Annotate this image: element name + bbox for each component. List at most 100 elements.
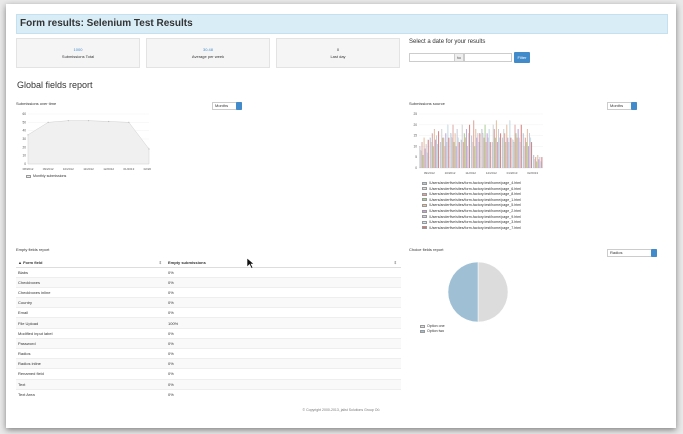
bar: [483, 137, 485, 169]
sort-icon: ⇕: [158, 259, 162, 265]
bar: [448, 137, 450, 169]
legend-label: /Users/anderfive/sites/form-factory.test…: [429, 209, 522, 213]
legend-swatch: [422, 226, 427, 230]
area-point: [128, 121, 130, 123]
bar: [527, 146, 529, 169]
bar: [488, 129, 490, 169]
bar: [492, 124, 494, 169]
bar: [514, 124, 516, 169]
empty-percent-cell: 0%: [166, 358, 401, 369]
legend-swatch: [26, 174, 31, 178]
bar: [433, 129, 435, 169]
empty-percent-cell: 100%: [166, 317, 401, 329]
field-name-cell: Blabs: [16, 266, 166, 278]
filter-button[interactable]: Filter: [514, 52, 530, 63]
empty-percent-cell: 0%: [166, 327, 401, 339]
bar: [482, 133, 484, 169]
bar: [518, 137, 520, 169]
table-row: Checkboxes 0%: [16, 276, 401, 288]
bar: [487, 137, 489, 169]
bar: [473, 120, 475, 169]
y-tick-label: 50: [22, 120, 26, 124]
col-label: Form field: [23, 259, 43, 265]
bar: [437, 144, 439, 169]
legend-label: /Users/anderfive/sites/form-factory.test…: [429, 214, 522, 219]
col-form-field[interactable]: ▲ Form field ⇕: [16, 258, 166, 268]
global-fields-title: Global fields report: [17, 80, 93, 90]
bar: [467, 146, 468, 169]
date-to-input[interactable]: [464, 53, 512, 62]
choice-field-select[interactable]: Radios: [607, 249, 657, 257]
bar: [536, 161, 538, 169]
bar: [455, 146, 457, 169]
table-row: Text Area 0%: [16, 388, 401, 400]
chevron-down-icon: [631, 102, 637, 110]
bar: [517, 129, 519, 169]
legend-swatch: [422, 192, 427, 196]
empty-percent-cell: 0%: [166, 347, 401, 359]
area-series: [27, 120, 150, 165]
bar: [452, 124, 454, 169]
legend-item: /Users/anderfive/sites/form-factory.test…: [422, 187, 521, 191]
select-value: Months: [215, 103, 229, 108]
table-row: Country 0%: [16, 297, 401, 308]
bar: [471, 135, 473, 169]
legend-swatch: [422, 203, 427, 207]
bar: [441, 129, 443, 169]
bar: [515, 133, 517, 169]
chevron-down-icon: [236, 102, 242, 110]
empty-percent-cell: 0%: [166, 378, 401, 390]
y-tick-label: 5: [415, 155, 417, 159]
x-tick-label: 01/2013: [507, 171, 518, 175]
bar: [458, 142, 460, 169]
page-title: Form results: Selenium Test Results: [16, 14, 668, 34]
bar: [422, 154, 424, 169]
y-tick-label: 15: [413, 134, 417, 138]
stat-value: 1000: [73, 47, 83, 52]
bar: [526, 129, 528, 169]
x-tick-label: 12/2012: [486, 171, 497, 175]
bar: [423, 137, 425, 169]
field-name-cell: Modified input label: [16, 327, 166, 339]
bar: [535, 157, 537, 169]
field-name-cell: Text Area: [16, 388, 166, 400]
date-filter-label: Select a date for your results: [409, 39, 486, 45]
table-row: Renamed field 0%: [16, 368, 401, 380]
table-body: Blabs 0% Checkboxes 0% Checkboxes inline 0% Co…: [16, 266, 401, 400]
bar: [531, 142, 533, 169]
bar: [445, 133, 447, 169]
date-from-input[interactable]: [409, 53, 455, 62]
area-point: [67, 120, 69, 122]
bar: [538, 159, 540, 169]
mouse-pointer-icon: [247, 258, 255, 269]
bar: [481, 129, 483, 169]
bar: [494, 137, 496, 169]
bar: [462, 142, 464, 169]
bar: [513, 142, 515, 169]
legend-label: /Users/anderfive/sites/form-factory.test…: [429, 197, 522, 202]
bar: [506, 124, 508, 169]
bar: [504, 133, 506, 169]
x-tick-label: 02/2013: [144, 167, 151, 171]
bar: [465, 129, 467, 169]
legend-item: /Users/anderfive/sites/form-factory.test…: [422, 226, 521, 230]
bar: [500, 133, 502, 169]
submissions-over-time-select[interactable]: Months: [212, 102, 242, 110]
bar: [420, 150, 422, 169]
bar: [484, 124, 486, 169]
submissions-source-select[interactable]: Months: [607, 102, 637, 110]
legend-item: /Users/anderfive/sites/form-factory.test…: [422, 203, 521, 207]
x-tick-label: 09/2012: [43, 167, 54, 171]
table-row: Password 0%: [16, 337, 401, 349]
bar: [477, 133, 479, 169]
table-row: File Upload 100%: [16, 317, 401, 329]
app-frame: Form results: Selenium Test Results 1000…: [6, 4, 676, 428]
bar: [539, 157, 541, 169]
stat-last-day: 0 Last day: [276, 38, 400, 68]
legend-item: /Users/anderfive/sites/form-factory.test…: [422, 192, 521, 196]
bar: [457, 137, 459, 169]
col-empty-submissions[interactable]: Empty submissions ⇕: [166, 258, 401, 268]
empty-percent-cell: 0%: [166, 368, 401, 380]
pie-slice: [447, 261, 479, 323]
table-row: Modified input label 0%: [16, 327, 401, 339]
